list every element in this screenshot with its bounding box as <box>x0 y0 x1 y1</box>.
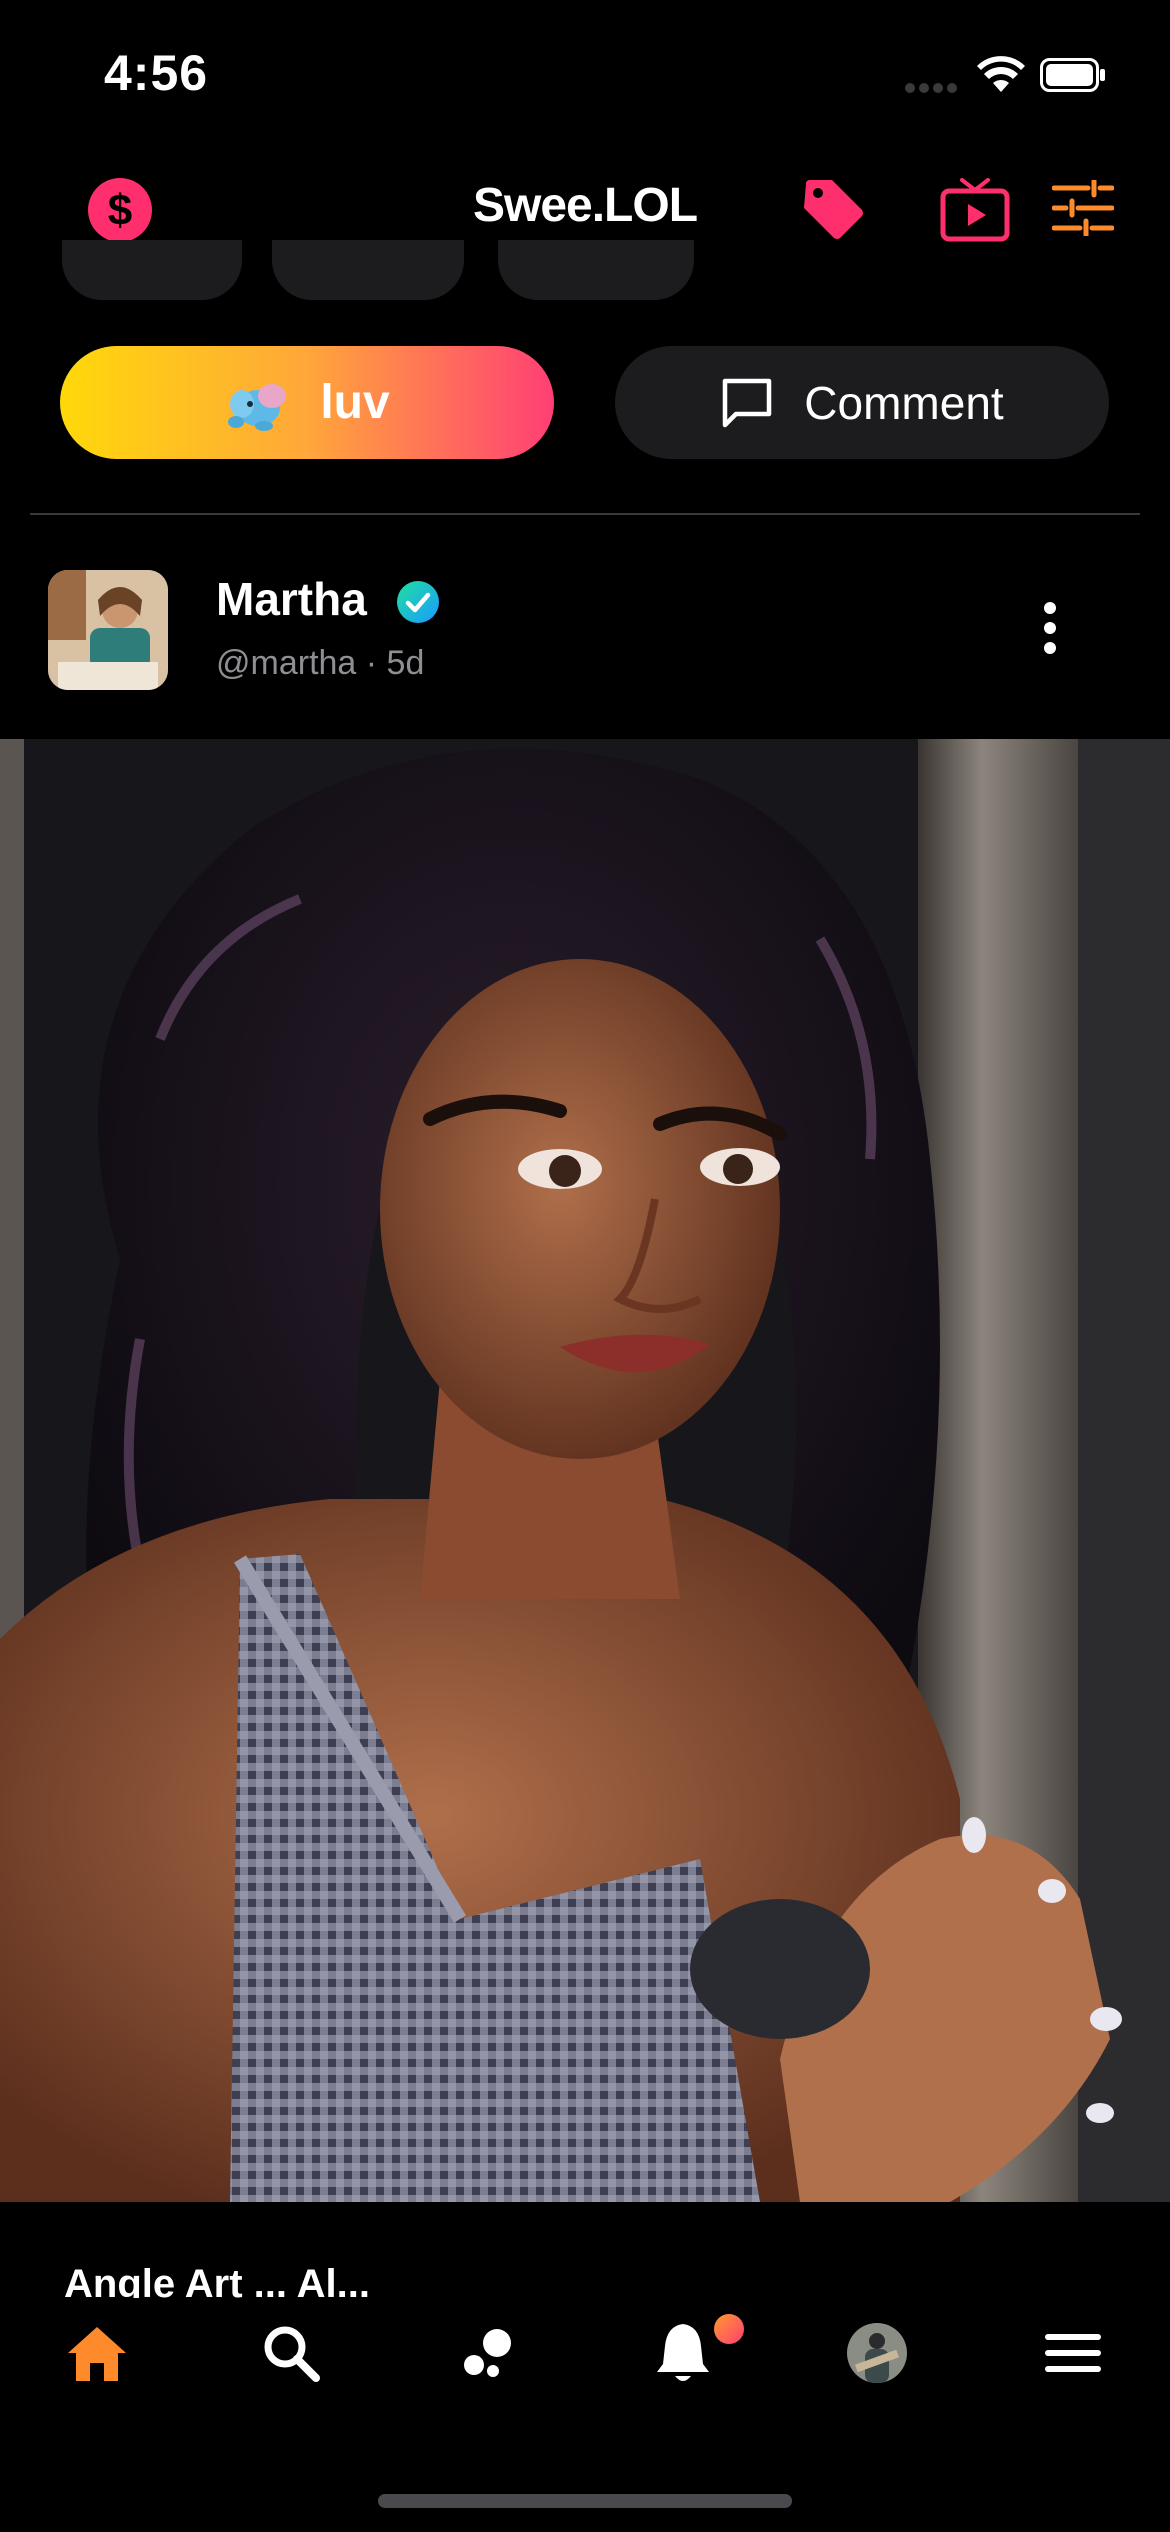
author-avatar[interactable] <box>48 570 168 690</box>
reaction-chip[interactable] <box>62 240 242 300</box>
discover-bubbles-icon <box>464 2329 511 2377</box>
avatar-photo <box>48 570 168 690</box>
tab-discover[interactable] <box>452 2318 522 2388</box>
home-icon <box>68 2327 126 2381</box>
tab-profile[interactable] <box>842 2318 912 2388</box>
tab-search[interactable] <box>256 2318 326 2388</box>
home-indicator[interactable] <box>378 2494 792 2508</box>
tv-icon[interactable] <box>940 176 1010 242</box>
comment-button[interactable]: Comment <box>615 346 1109 459</box>
post-image[interactable] <box>0 739 1170 2202</box>
bell-icon <box>657 2324 709 2381</box>
battery-icon <box>1040 58 1105 92</box>
comment-icon <box>723 378 772 427</box>
author-name[interactable]: Martha <box>216 572 367 626</box>
portrait-artwork <box>0 739 1170 2202</box>
tab-home[interactable] <box>62 2318 132 2388</box>
tag-icon[interactable] <box>800 176 866 242</box>
search-icon <box>264 2326 320 2382</box>
tab-notifications[interactable] <box>648 2318 718 2388</box>
status-time: 4:56 <box>104 45 209 101</box>
reaction-chip[interactable] <box>498 240 694 300</box>
wifi-icon <box>977 56 1025 92</box>
tab-menu[interactable] <box>1038 2318 1108 2388</box>
author-handle-timestamp: @martha · 5d <box>216 644 425 682</box>
luv-button[interactable]: luv <box>60 346 554 459</box>
comment-label: Comment <box>804 376 1004 429</box>
luv-mascot-icon <box>228 383 287 431</box>
notification-badge <box>714 2314 744 2344</box>
reaction-chip[interactable] <box>272 240 464 300</box>
cellular-signal-icon <box>905 80 963 94</box>
profile-avatar <box>847 2323 907 2383</box>
filter-sliders-icon[interactable] <box>1052 180 1114 236</box>
feed-divider <box>30 513 1140 515</box>
luv-label: luv <box>320 376 390 429</box>
post-more-options-icon[interactable] <box>1036 602 1064 660</box>
hamburger-menu-icon <box>1045 2334 1101 2372</box>
verified-badge-icon <box>397 581 439 623</box>
